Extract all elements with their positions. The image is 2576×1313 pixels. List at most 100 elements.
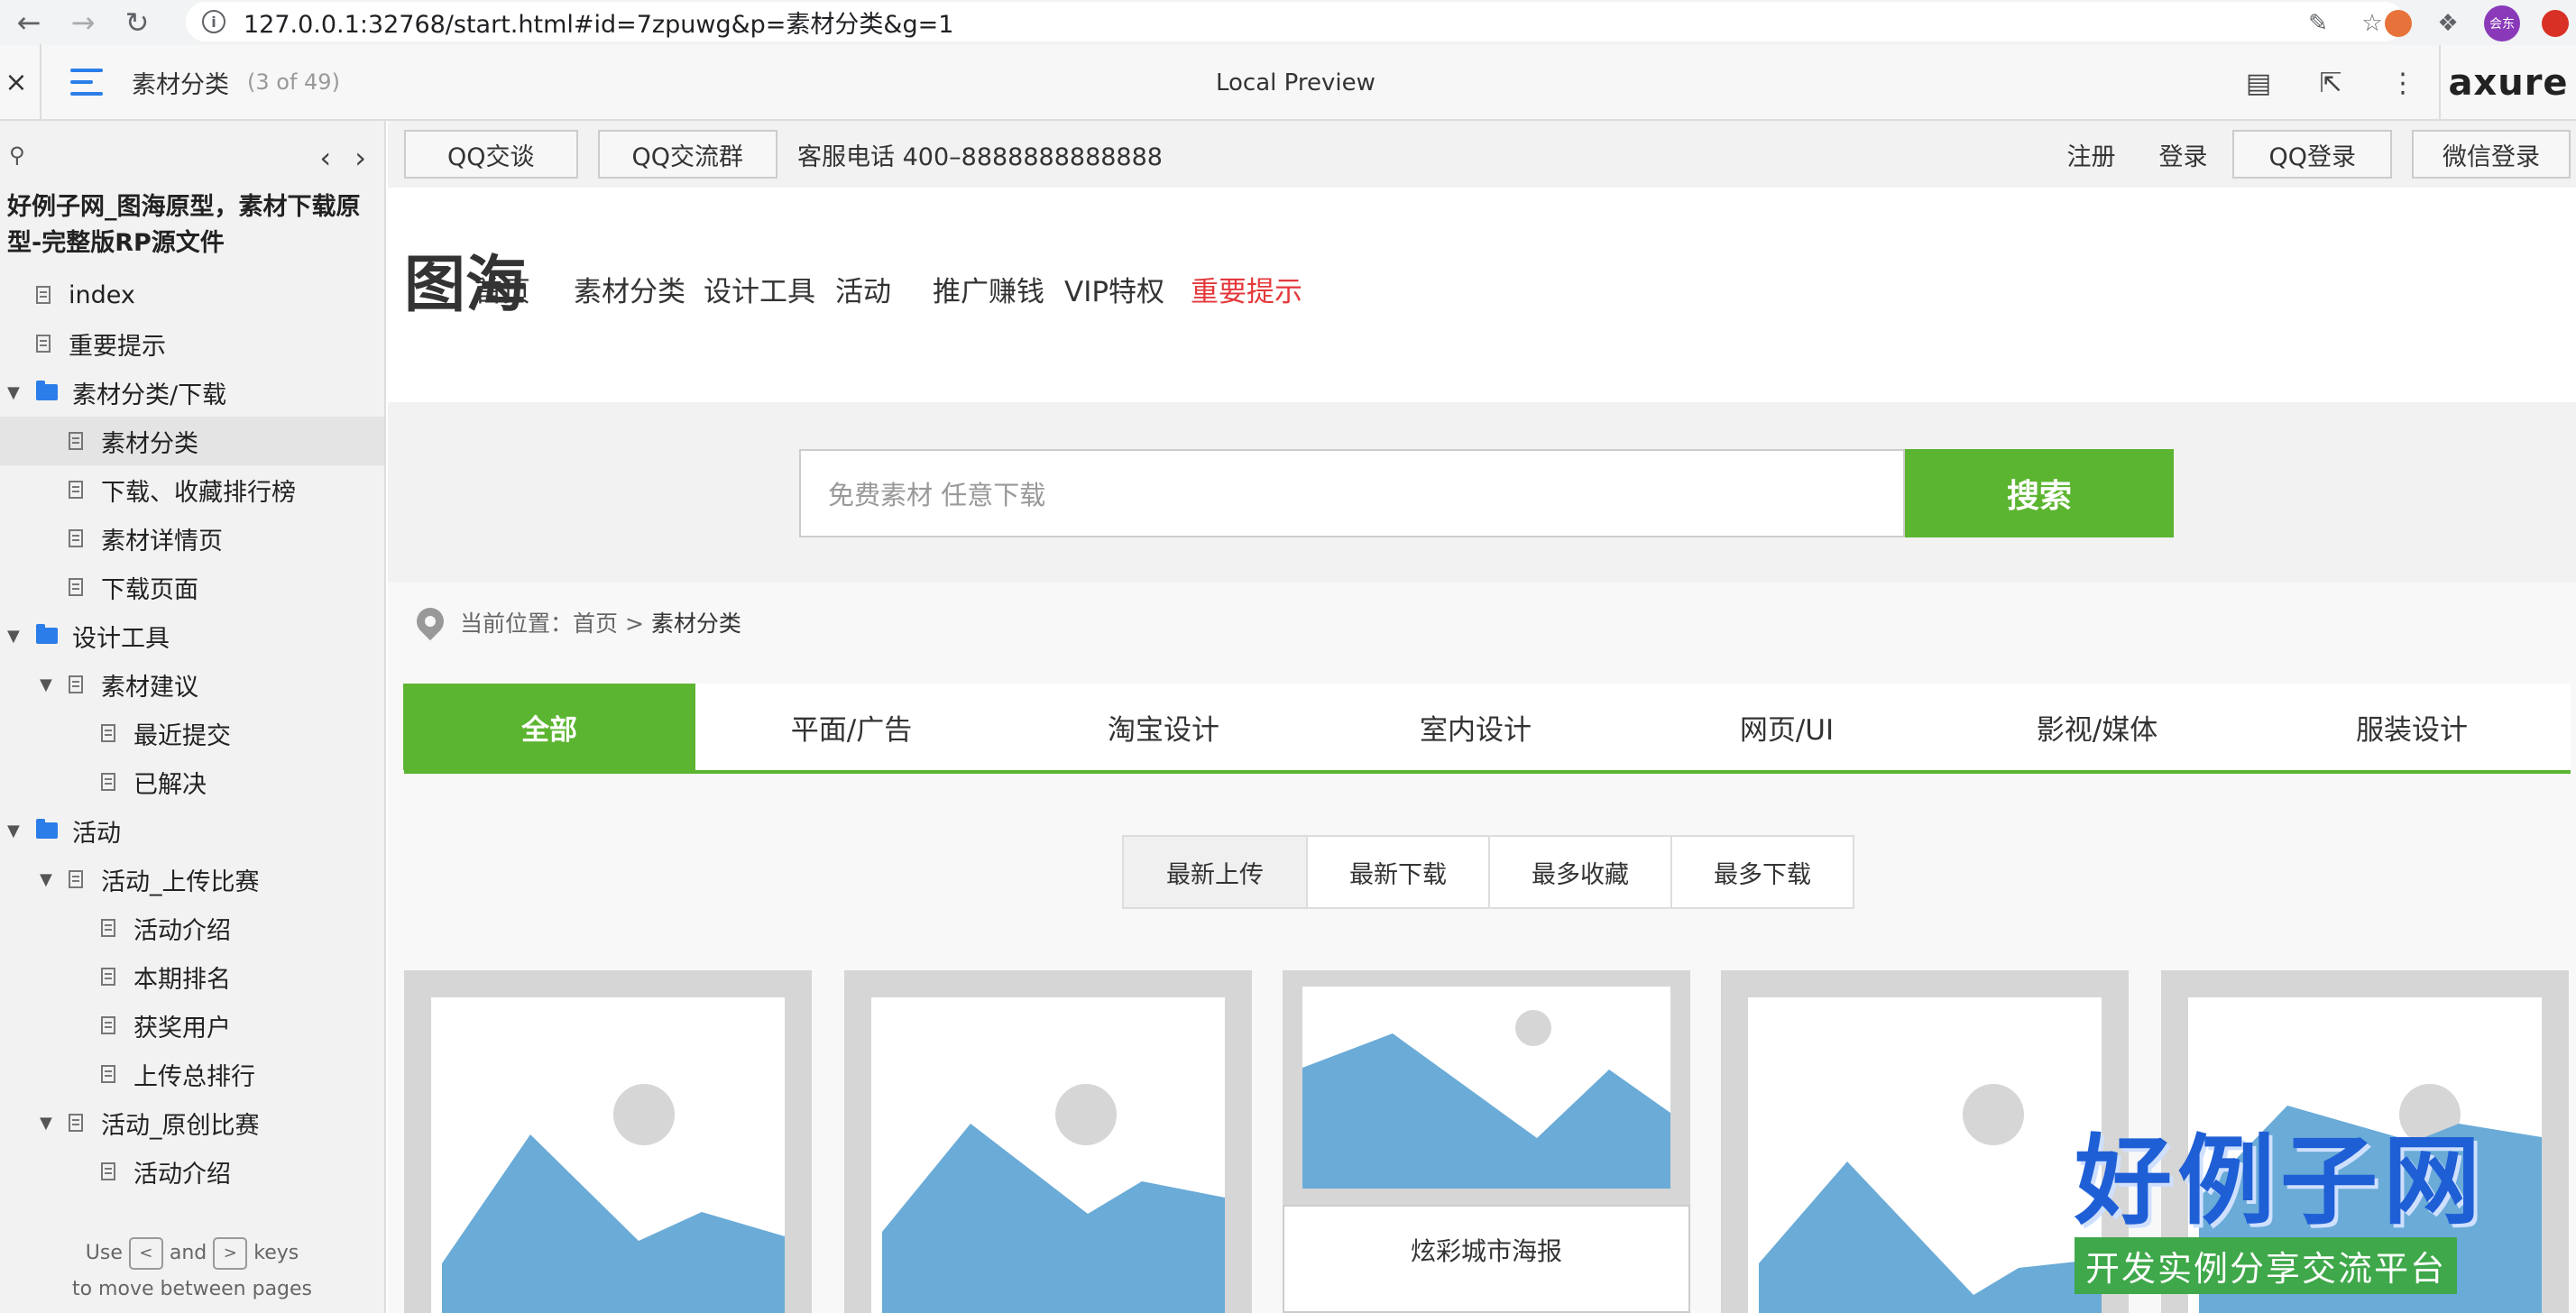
- category-section: 全部 平面/广告 淘宝设计 室内设计 网页/UI 影视/媒体 服装设计: [388, 684, 2576, 774]
- material-card[interactable]: 炫彩城市海报: [1283, 970, 1690, 1313]
- image-placeholder-icon: [2199, 1084, 2542, 1313]
- sidebar-item[interactable]: ▼ 素材分类/下载: [0, 368, 384, 417]
- material-card[interactable]: [2161, 970, 2569, 1313]
- sidebar-item-label: 下载页面: [101, 575, 198, 604]
- sidebar-item[interactable]: 素材分类: [0, 417, 384, 465]
- sort-button[interactable]: 最多收藏: [1488, 837, 1670, 907]
- next-page-icon[interactable]: ›: [354, 141, 366, 175]
- sidebar-item[interactable]: 素材详情页: [0, 514, 384, 563]
- nav-item[interactable]: 素材分类: [574, 269, 685, 309]
- qq-group-button[interactable]: QQ交流群: [597, 130, 778, 179]
- site-info-icon[interactable]: i: [202, 10, 225, 33]
- nav-item[interactable]: 设计工具: [704, 269, 815, 309]
- nav-item[interactable]: 重要提示: [1191, 269, 1302, 309]
- back-icon[interactable]: ←: [7, 1, 51, 44]
- sidebar-item[interactable]: ▼ 设计工具: [0, 611, 384, 660]
- sitemap-sidebar: ⚲ ‹ › 好例子网_图海原型，素材下载原型-完整版RP源文件 index 重要提…: [0, 121, 386, 1313]
- site-header: 图海 首页 素材分类 设计工具 活动 推广赚钱 VIP特权 重要提示: [388, 188, 2576, 402]
- material-card[interactable]: [404, 970, 812, 1313]
- service-phone: 客服电话 400–8888888888888: [797, 142, 1163, 171]
- nav-item[interactable]: 首页: [474, 269, 530, 309]
- sidebar-item[interactable]: 已解决: [0, 758, 384, 806]
- sidebar-item[interactable]: 获奖用户: [0, 1001, 384, 1050]
- wechat-login-button[interactable]: 微信登录: [2412, 130, 2571, 179]
- sidebar-item[interactable]: 下载、收藏排行榜: [0, 465, 384, 514]
- sidebar-item[interactable]: 上传总排行: [0, 1050, 384, 1098]
- update-icon[interactable]: [2542, 10, 2569, 37]
- caret-down-icon[interactable]: ▼: [7, 383, 20, 402]
- material-card[interactable]: [1721, 970, 2129, 1313]
- nav-item[interactable]: 活动: [835, 269, 891, 309]
- sitemap-search[interactable]: ⚲ ‹ ›: [0, 121, 384, 189]
- register-link[interactable]: 注册: [2066, 137, 2115, 172]
- login-link[interactable]: 登录: [2158, 137, 2207, 172]
- sidebar-item[interactable]: 活动介绍: [0, 904, 384, 952]
- sidebar-item[interactable]: ▼ 活动: [0, 806, 384, 855]
- project-title: 好例子网_图海原型，素材下载原型-完整版RP源文件: [7, 193, 361, 257]
- nav-item[interactable]: VIP特权: [1064, 269, 1164, 309]
- folder-icon: [36, 381, 58, 400]
- sort-button[interactable]: 最新下载: [1306, 837, 1488, 907]
- category-tab[interactable]: 室内设计: [1329, 684, 1622, 770]
- sidebar-item-label: 活动: [72, 819, 121, 848]
- folder-icon: [36, 819, 58, 839]
- extension-icon[interactable]: [2385, 10, 2412, 37]
- category-tab[interactable]: 淘宝设计: [1017, 684, 1310, 770]
- extensions-area: ❖ 会东: [2385, 5, 2569, 41]
- caret-down-icon[interactable]: ▼: [40, 870, 52, 889]
- qq-chat-button[interactable]: QQ交谈: [404, 130, 578, 179]
- profile-avatar[interactable]: 会东: [2484, 5, 2520, 41]
- image-placeholder: [1748, 997, 2102, 1313]
- adaptive-view-icon[interactable]: ⇱: [2295, 45, 2367, 121]
- sort-button[interactable]: 最新上传: [1124, 837, 1306, 907]
- translate-icon[interactable]: ✎: [2304, 9, 2332, 38]
- url-text: 127.0.0.1:32768/start.html#id=7zpuwg&p=素…: [244, 10, 954, 39]
- image-placeholder: [1302, 987, 1670, 1189]
- caret-down-icon[interactable]: ▼: [40, 1114, 52, 1133]
- search-button[interactable]: 搜索: [1905, 449, 2174, 537]
- page-icon: [69, 432, 83, 450]
- sort-button[interactable]: 最多下载: [1670, 837, 1853, 907]
- sidebar-item-label: 素材分类: [101, 429, 198, 458]
- category-tab[interactable]: 网页/UI: [1641, 684, 1933, 770]
- sidebar-item-label: 最近提交: [133, 721, 231, 750]
- card-caption[interactable]: 炫彩城市海报: [1283, 1205, 1690, 1313]
- sidebar-item[interactable]: 下载页面: [0, 563, 384, 611]
- more-icon[interactable]: ⋮: [2367, 45, 2439, 121]
- sidebar-item[interactable]: ▼ 素材建议: [0, 660, 384, 709]
- puzzle-icon[interactable]: ❖: [2433, 9, 2462, 38]
- bookmark-star-icon[interactable]: ☆: [2358, 9, 2387, 38]
- page-icon: [69, 529, 83, 547]
- search-input[interactable]: 免费素材 任意下载: [799, 449, 1905, 537]
- category-tab[interactable]: 服装设计: [2266, 684, 2558, 770]
- sidebar-item[interactable]: 本期排名: [0, 952, 384, 1001]
- sidebar-item[interactable]: 重要提示: [0, 319, 384, 368]
- breadcrumb: 当前位置：首页 > 素材分类: [460, 611, 741, 637]
- sidebar-item[interactable]: index: [0, 271, 384, 319]
- sidebar-item[interactable]: ▼ 活动_原创比赛: [0, 1098, 384, 1147]
- search-icon[interactable]: ⚲: [9, 142, 25, 168]
- caret-down-icon[interactable]: ▼: [40, 675, 52, 694]
- category-tab[interactable]: 平面/广告: [705, 684, 998, 770]
- category-tab[interactable]: 影视/媒体: [1951, 684, 2243, 770]
- caret-down-icon[interactable]: ▼: [7, 627, 20, 646]
- caret-down-icon[interactable]: ▼: [7, 822, 20, 840]
- preview-label: Local Preview: [1216, 69, 1375, 96]
- nav-item[interactable]: 推广赚钱: [933, 269, 1044, 309]
- sidebar-item-label: 活动介绍: [133, 916, 231, 945]
- notes-icon[interactable]: ▤: [2222, 45, 2295, 121]
- qq-login-button[interactable]: QQ登录: [2232, 130, 2392, 179]
- sidebar-item-label: 获奖用户: [133, 1014, 231, 1042]
- material-card[interactable]: [844, 970, 1252, 1313]
- sidebar-item[interactable]: 活动介绍: [0, 1147, 384, 1196]
- sidebar-item[interactable]: ▼ 活动_上传比赛: [0, 855, 384, 904]
- sidebar-item[interactable]: 最近提交: [0, 709, 384, 758]
- close-icon[interactable]: ×: [0, 67, 32, 98]
- forward-icon[interactable]: →: [61, 1, 105, 44]
- category-tab[interactable]: 全部: [403, 684, 695, 770]
- breadcrumb-home[interactable]: 首页: [573, 611, 618, 637]
- menu-icon[interactable]: [70, 69, 103, 96]
- prev-page-icon[interactable]: ‹: [319, 141, 331, 175]
- address-bar[interactable]: i 127.0.0.1:32768/start.html#id=7zpuwg&p…: [186, 2, 2405, 41]
- reload-icon[interactable]: ↻: [115, 1, 159, 44]
